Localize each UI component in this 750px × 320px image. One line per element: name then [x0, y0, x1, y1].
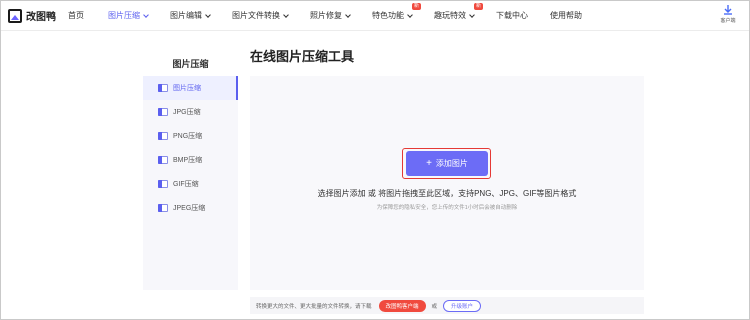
new-badge: 新: [411, 3, 421, 10]
app-name: 改图鸭: [26, 12, 56, 23]
nav-item-image-compress[interactable]: 图片压缩: [108, 1, 149, 30]
chevron-down-icon: [407, 11, 413, 18]
sidebar-item-label: 图片压缩: [173, 85, 201, 92]
nav-item-label: 图片编辑: [170, 11, 202, 20]
nav-item-special-features[interactable]: 特色功能 新: [372, 1, 421, 30]
sidebar-item-label: BMP压缩: [173, 157, 203, 164]
page-title: 在线图片压缩工具: [250, 49, 355, 64]
chevron-down-icon: [469, 11, 475, 18]
or-text: 或: [431, 303, 438, 310]
nav-item-fun-effects[interactable]: 趣玩特效 新: [434, 1, 483, 30]
nav-item-label: 照片修复: [310, 11, 342, 20]
client-download-label: 客户端: [720, 18, 736, 24]
nav-item-label: 图片压缩: [108, 11, 140, 20]
sidebar: 图片压缩 JPG压缩 PNG压缩 BMP压缩 GIF压缩 JPEG压缩: [143, 76, 238, 290]
bottom-bar: 转换更大的文件、更大批量的文件转换，请下载 改图鸭客户端 或 升级账户: [250, 297, 644, 314]
nav-item-download-center[interactable]: 下载中心: [496, 1, 528, 30]
image-icon: [158, 156, 168, 164]
upgrade-account-button[interactable]: 升级账户: [443, 299, 482, 312]
image-icon: [158, 180, 168, 188]
logo-icon: [8, 8, 22, 23]
chevron-down-icon: [205, 11, 211, 18]
top-nav: 改图鸭 首页 图片压缩 图片编辑 图片文件转换 照片修复 特色功能 新 趣玩特效: [1, 1, 749, 31]
download-client-button[interactable]: 改图鸭客户端: [378, 299, 426, 312]
sidebar-item-gif-compress[interactable]: GIF压缩: [143, 172, 238, 196]
sidebar-item-label: JPEG压缩: [173, 205, 206, 212]
sidebar-title: 图片压缩: [172, 59, 209, 69]
nav-menu: 首页 图片压缩 图片编辑 图片文件转换 照片修复 特色功能 新 趣玩特效 新 下…: [66, 1, 582, 30]
privacy-notice: 为保障您的隐私安全，您上传的文件1小时后会被自动删除: [376, 205, 518, 211]
plus-icon: +: [426, 157, 432, 169]
nav-item-label: 使用帮助: [550, 11, 582, 20]
sidebar-item-label: JPG压缩: [173, 109, 201, 116]
nav-item-home[interactable]: 首页: [68, 1, 84, 30]
nav-item-photo-repair[interactable]: 照片修复: [310, 1, 351, 30]
chevron-down-icon: [283, 11, 289, 18]
sidebar-item-jpg-compress[interactable]: JPG压缩: [143, 100, 238, 124]
nav-item-label: 特色功能: [372, 11, 404, 20]
image-icon: [158, 132, 168, 140]
nav-item-label: 下载中心: [496, 11, 528, 20]
image-icon: [158, 204, 168, 212]
sidebar-item-jpeg-compress[interactable]: JPEG压缩: [143, 196, 238, 220]
sidebar-item-bmp-compress[interactable]: BMP压缩: [143, 148, 238, 172]
add-image-label: 添加图片: [435, 159, 468, 168]
logo[interactable]: 改图鸭: [8, 8, 66, 23]
sidebar-item-png-compress[interactable]: PNG压缩: [143, 124, 238, 148]
client-download-button[interactable]: 客户端: [716, 5, 740, 24]
chevron-down-icon: [345, 11, 351, 18]
upload-hint: 选择图片添加 或 将图片拖拽至此区域，支持PNG、JPG、GIF等图片格式: [317, 189, 577, 198]
sidebar-item-label: GIF压缩: [173, 181, 199, 188]
sidebar-item-label: PNG压缩: [173, 133, 203, 140]
nav-item-label: 趣玩特效: [434, 11, 466, 20]
nav-item-help[interactable]: 使用帮助: [550, 1, 582, 30]
nav-item-image-edit[interactable]: 图片编辑: [170, 1, 211, 30]
new-badge: 新: [473, 3, 483, 10]
add-image-button[interactable]: + 添加图片: [406, 151, 488, 176]
image-icon: [158, 84, 168, 92]
upload-drop-zone[interactable]: [250, 76, 644, 290]
nav-item-label: 图片文件转换: [232, 11, 280, 20]
bottom-text: 转换更大的文件、更大批量的文件转换，请下载: [256, 303, 372, 310]
download-icon: [724, 5, 732, 15]
image-icon: [158, 108, 168, 116]
chevron-down-icon: [143, 11, 149, 18]
sidebar-item-image-compress[interactable]: 图片压缩: [143, 76, 238, 100]
nav-item-label: 首页: [68, 11, 84, 20]
nav-item-file-convert[interactable]: 图片文件转换: [232, 1, 289, 30]
